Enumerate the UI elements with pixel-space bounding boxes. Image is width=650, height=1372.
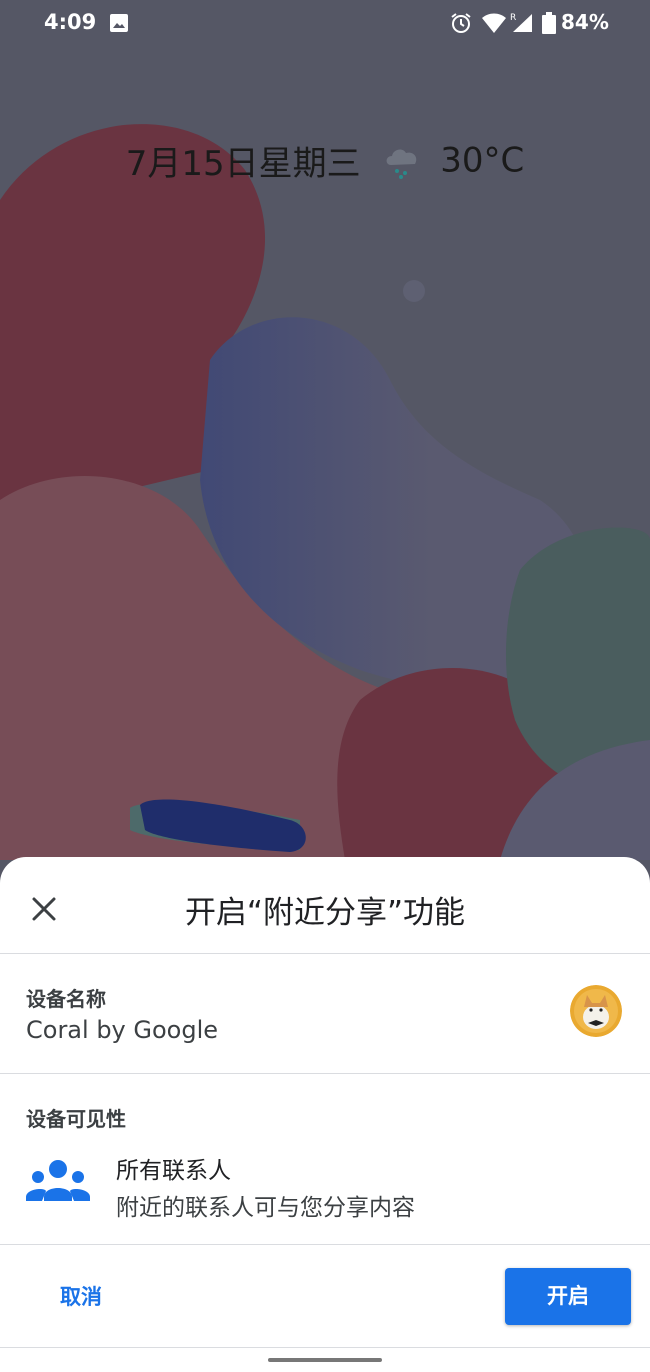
divider <box>0 953 650 954</box>
device-name-value[interactable]: Coral by Google <box>26 1016 218 1044</box>
battery-icon <box>542 12 556 34</box>
divider <box>0 1244 650 1245</box>
rain-cloud-icon <box>387 148 417 179</box>
device-name-label: 设备名称 <box>26 987 106 1011</box>
alarm-icon <box>451 13 471 33</box>
battery-percent: 84% <box>561 10 609 34</box>
navigation-bar <box>0 1347 650 1372</box>
glance-date[interactable]: 7月15日星期三 <box>126 144 361 184</box>
sheet-header: 开启“附近分享”功能 <box>0 857 650 953</box>
svg-text:R: R <box>510 13 516 23</box>
avatar[interactable] <box>570 985 622 1037</box>
device-visibility-label: 设备可见性 <box>26 1107 126 1131</box>
glance-temperature[interactable]: 30°C <box>440 141 524 181</box>
enable-button[interactable]: 开启 <box>505 1268 631 1325</box>
home-gesture-handle[interactable] <box>268 1358 382 1362</box>
wifi-icon <box>482 13 506 33</box>
at-a-glance[interactable]: 7月15日星期三 30°C <box>0 136 650 185</box>
image-icon <box>110 14 128 32</box>
sheet-title: 开启“附近分享”功能 <box>184 895 466 931</box>
signal-roaming-icon: R <box>510 13 532 32</box>
cancel-button[interactable]: 取消 <box>40 1269 122 1325</box>
visibility-option-title[interactable]: 所有联系人 <box>116 1151 231 1185</box>
status-bar: 4:09 R 84% <box>0 0 650 48</box>
people-group-icon <box>26 1160 90 1201</box>
nearby-share-sheet: 开启“附近分享”功能 设备名称 Coral by Google 设备可见性 所有… <box>0 857 650 1372</box>
divider <box>0 1073 650 1074</box>
visibility-option-subtitle: 附近的联系人可与您分享内容 <box>116 1195 415 1221</box>
status-time: 4:09 <box>44 10 97 34</box>
